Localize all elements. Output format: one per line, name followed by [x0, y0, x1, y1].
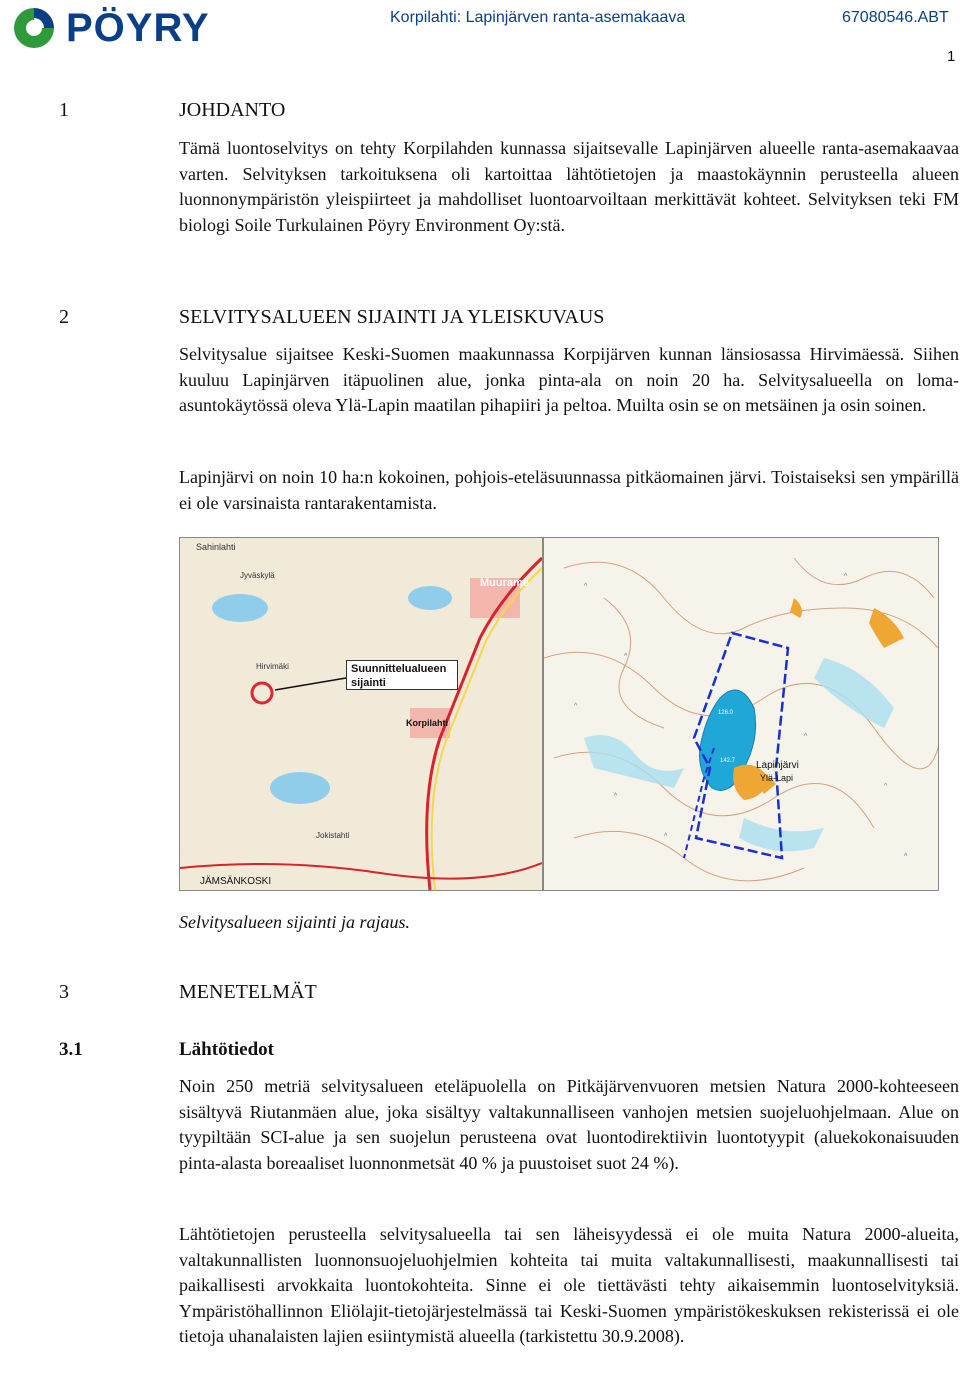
document-code: 67080546.ABT [842, 9, 949, 26]
overview-map-graphic: Sahinlahti Jyväskylä Hirvimäki Muurame K… [180, 538, 542, 890]
figure-caption: Selvitysalueen sijainti ja rajaus. [179, 912, 410, 932]
section-title: Lähtötiedot [179, 1039, 274, 1060]
section-title: JOHDANTO [179, 99, 286, 121]
map-label: JÄMSÄNKOSKI [200, 875, 271, 887]
map-label: 126.0 [718, 710, 734, 716]
paragraph-background-data: Lähtötietojen perusteella selvitysalueel… [179, 1224, 959, 1346]
section-number: 3 [59, 981, 69, 1003]
section-title: SELVITYSALUEEN SIJAINTI JA YLEISKUVAUS [179, 306, 605, 328]
page-header: PÖYRY Korpilahti: Lapinjärven ranta-asem… [0, 0, 960, 70]
paragraph-natura: Noin 250 metriä selvitysalueen eteläpuol… [179, 1076, 959, 1173]
poyry-logo-icon [14, 8, 54, 48]
map-figure: Sahinlahti Jyväskylä Hirvimäki Muurame K… [179, 537, 960, 891]
paragraph-location: Selvitysalue sijaitsee Keski-Suomen maak… [179, 344, 959, 415]
section-number: 1 [59, 99, 69, 121]
map-label: Sahinlahti [196, 542, 236, 552]
map-label: Muurame [480, 577, 529, 589]
detail-map: Lapinjärvi Ylä-Lapi 126.0 142.7 ^ ^ ^ ^ ^ ^ … [543, 537, 939, 891]
map-label: Ylä-Lapi [760, 773, 793, 783]
map-label: Jokistahti [316, 831, 350, 840]
logo-wordmark: PÖYRY [66, 6, 210, 50]
document-title: Korpilahti: Lapinjärven ranta-asemakaava [390, 9, 686, 26]
section-number: 3.1 [59, 1039, 83, 1060]
section-title: MENETELMÄT [179, 981, 317, 1003]
map-label: Jyväskylä [240, 571, 275, 580]
overview-map: Sahinlahti Jyväskylä Hirvimäki Muurame K… [179, 537, 543, 891]
map-callout-label: Suunnittelualueen sijainti [346, 660, 458, 690]
poyry-logo: PÖYRY [6, 2, 246, 52]
map-label: Hirvimäki [256, 662, 289, 671]
map-label: Korpilahti [406, 718, 448, 728]
paragraph-lake: Lapinjärvi on noin 10 ha:n kokoinen, poh… [179, 467, 959, 513]
section-number: 2 [59, 306, 69, 328]
map-label: 142.7 [720, 758, 736, 764]
detail-map-graphic: Lapinjärvi Ylä-Lapi 126.0 142.7 ^^^ ^^^ … [544, 538, 938, 890]
map-label: Lapinjärvi [756, 760, 799, 771]
page-number: 1 [947, 48, 956, 65]
paragraph-intro: Tämä luontoselvitys on tehty Korpilahden… [179, 138, 959, 235]
